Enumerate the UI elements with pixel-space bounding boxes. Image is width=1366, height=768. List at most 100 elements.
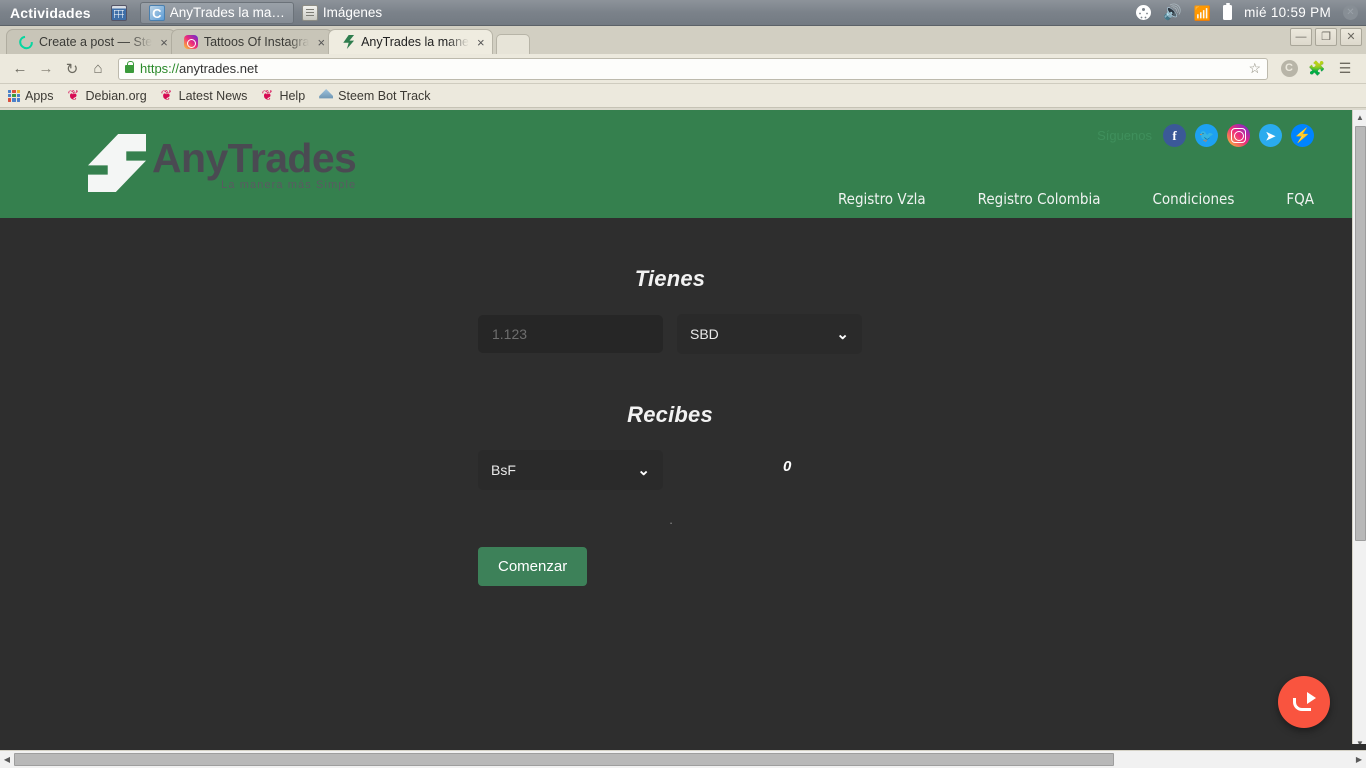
- clock[interactable]: mié 10:59 PM: [1244, 5, 1331, 20]
- bookmark-debian[interactable]: ❦ Debian.org: [67, 87, 147, 103]
- receive-section-title: Recibes: [627, 402, 713, 427]
- lock-icon: [125, 61, 134, 73]
- site-header: AnyTrades La manera más Simple Síguenos …: [0, 110, 1352, 218]
- messenger-icon[interactable]: ⚡: [1291, 124, 1314, 147]
- scroll-left-icon[interactable]: ◀: [0, 751, 14, 768]
- have-section-title: Tienes: [634, 266, 706, 291]
- steemit-icon: [16, 32, 36, 52]
- steem-bot-icon: [319, 89, 334, 99]
- vertical-scrollbar-thumb[interactable]: [1355, 126, 1366, 541]
- debian-icon: ❦: [261, 87, 274, 103]
- scroll-right-icon[interactable]: ▶: [1352, 751, 1366, 768]
- window-controls: — ❐ ✕: [1290, 28, 1362, 46]
- debian-icon: ❦: [67, 87, 80, 103]
- bookmark-steem-bot-tracker[interactable]: Steem Bot Track: [319, 88, 431, 103]
- reload-button[interactable]: ↻: [60, 57, 84, 81]
- nav-item-registro-vzla[interactable]: Registro Vzla: [838, 190, 926, 208]
- scroll-up-icon[interactable]: ▲: [1353, 110, 1366, 124]
- tab-close-icon[interactable]: ×: [160, 36, 168, 49]
- battery-icon[interactable]: [1223, 2, 1233, 20]
- have-currency-select[interactable]: SBD ⌄: [677, 314, 862, 354]
- tab-anytrades[interactable]: AnyTrades la mane ×: [328, 29, 493, 54]
- tab-title: AnyTrades la mane: [361, 35, 469, 49]
- site-logo[interactable]: AnyTrades La manera más Simple: [88, 132, 357, 194]
- exchange-form: Tienes SBD ⌄ Recibes BsF ⌄ 0 . Comenzar: [0, 218, 1352, 586]
- bookmark-help[interactable]: ❦ Help: [261, 87, 306, 103]
- tab-close-icon[interactable]: ×: [477, 36, 485, 49]
- colorzilla-icon[interactable]: C: [1276, 57, 1302, 81]
- url-scheme: https://: [140, 61, 180, 76]
- accessibility-icon[interactable]: [1135, 5, 1151, 20]
- activities-button[interactable]: Actividades: [0, 5, 103, 21]
- files-icon: [301, 4, 318, 21]
- telegram-icon[interactable]: ➤: [1259, 124, 1282, 147]
- bookmark-star-icon[interactable]: ☆: [1248, 60, 1261, 77]
- logo-name: AnyTrades: [152, 135, 357, 182]
- receive-amount-value: 0: [783, 457, 792, 475]
- system-tray: 🔊 📶 mié 10:59 PM: [1135, 2, 1366, 20]
- receive-row: BsF ⌄ 0: [0, 450, 1352, 490]
- nav-item-registro-colombia[interactable]: Registro Colombia: [978, 190, 1101, 208]
- bookmark-label: Steem Bot Track: [338, 88, 431, 103]
- new-tab-button[interactable]: [495, 34, 530, 54]
- start-button[interactable]: Comenzar: [478, 547, 588, 586]
- tab-tattoos-of-instagram[interactable]: Tattoos Of Instagra ×: [170, 29, 334, 54]
- facebook-icon[interactable]: f: [1163, 124, 1186, 147]
- bookmark-label: Help: [279, 88, 306, 103]
- taskbar-item-calculator[interactable]: [103, 2, 140, 24]
- minimize-button[interactable]: —: [1290, 28, 1312, 46]
- horizontal-scrollbar[interactable]: ◀ ▶: [0, 750, 1366, 768]
- volume-icon[interactable]: 🔊: [1163, 5, 1182, 20]
- chrome-window: Create a post — Ste × Tattoos Of Instagr…: [0, 26, 1366, 768]
- taskbar-item-anytrades[interactable]: AnyTrades la ma…: [139, 1, 294, 24]
- page-viewport: AnyTrades La manera más Simple Síguenos …: [0, 110, 1352, 750]
- wifi-icon[interactable]: 📶: [1194, 6, 1211, 20]
- bookmark-apps[interactable]: Apps: [8, 89, 54, 103]
- tab-close-icon[interactable]: ×: [317, 36, 325, 49]
- taskbar-label-anytrades: AnyTrades la ma…: [169, 5, 285, 20]
- back-button[interactable]: ←: [8, 57, 32, 81]
- nav-item-fqa[interactable]: FQA: [1286, 190, 1314, 208]
- social-links: Síguenos f 🐦 ➤ ⚡: [1097, 124, 1314, 147]
- bookmark-label: Debian.org: [85, 88, 147, 103]
- share-arrow-icon: [1292, 692, 1316, 712]
- address-bar[interactable]: https://anytrades.net ☆: [118, 57, 1268, 80]
- chevron-down-icon: ⌄: [836, 325, 849, 343]
- bookmark-latest-news[interactable]: ❦ Latest News: [160, 87, 248, 103]
- chrome-menu-icon[interactable]: ☰: [1332, 57, 1358, 81]
- gnome-top-bar: Actividades AnyTrades la ma… Imágenes 🔊 …: [0, 0, 1366, 26]
- calculator-icon: [110, 4, 127, 21]
- debian-icon: ❦: [160, 87, 173, 103]
- anytrades-logo-mark-icon: [88, 132, 148, 194]
- have-currency-value: SBD: [690, 326, 719, 342]
- instagram-icon[interactable]: [1227, 124, 1250, 147]
- nav-item-condiciones[interactable]: Condiciones: [1153, 190, 1235, 208]
- chrome-icon: [148, 4, 165, 21]
- amount-input[interactable]: [478, 315, 663, 353]
- logo-text-block: AnyTrades La manera más Simple: [152, 135, 357, 194]
- twitter-icon[interactable]: 🐦: [1195, 124, 1218, 147]
- taskbar-item-imagenes[interactable]: Imágenes: [294, 2, 390, 24]
- url-text: https://anytrades.net: [140, 61, 258, 76]
- browser-toolbar: ← → ↻ ⌂ https://anytrades.net ☆ C 🧩 ☰: [0, 54, 1366, 84]
- close-button[interactable]: ✕: [1340, 28, 1362, 46]
- tab-create-a-post[interactable]: Create a post — Ste ×: [6, 29, 176, 54]
- tab-title: Tattoos Of Instagra: [203, 35, 310, 49]
- receive-currency-select[interactable]: BsF ⌄: [478, 450, 663, 490]
- horizontal-scrollbar-thumb[interactable]: [14, 753, 1114, 766]
- anytrades-icon: [341, 35, 355, 49]
- bookmark-label: Apps: [25, 88, 54, 103]
- power-icon[interactable]: [1343, 5, 1358, 20]
- share-fab[interactable]: [1278, 676, 1330, 728]
- bookmark-label: Latest News: [178, 88, 248, 103]
- restore-button[interactable]: ❐: [1315, 28, 1337, 46]
- apps-grid-icon: [8, 89, 20, 102]
- chevron-down-icon: ⌄: [637, 461, 650, 479]
- taskbar-label-imagenes: Imágenes: [322, 5, 383, 20]
- extension-puzzle-icon[interactable]: 🧩: [1304, 57, 1330, 81]
- home-button[interactable]: ⌂: [86, 57, 110, 81]
- have-row: SBD ⌄: [0, 314, 1352, 354]
- forward-button[interactable]: →: [34, 57, 58, 81]
- vertical-scrollbar[interactable]: ▲ ▼: [1352, 110, 1366, 750]
- tab-strip: Create a post — Ste × Tattoos Of Instagr…: [0, 26, 1366, 54]
